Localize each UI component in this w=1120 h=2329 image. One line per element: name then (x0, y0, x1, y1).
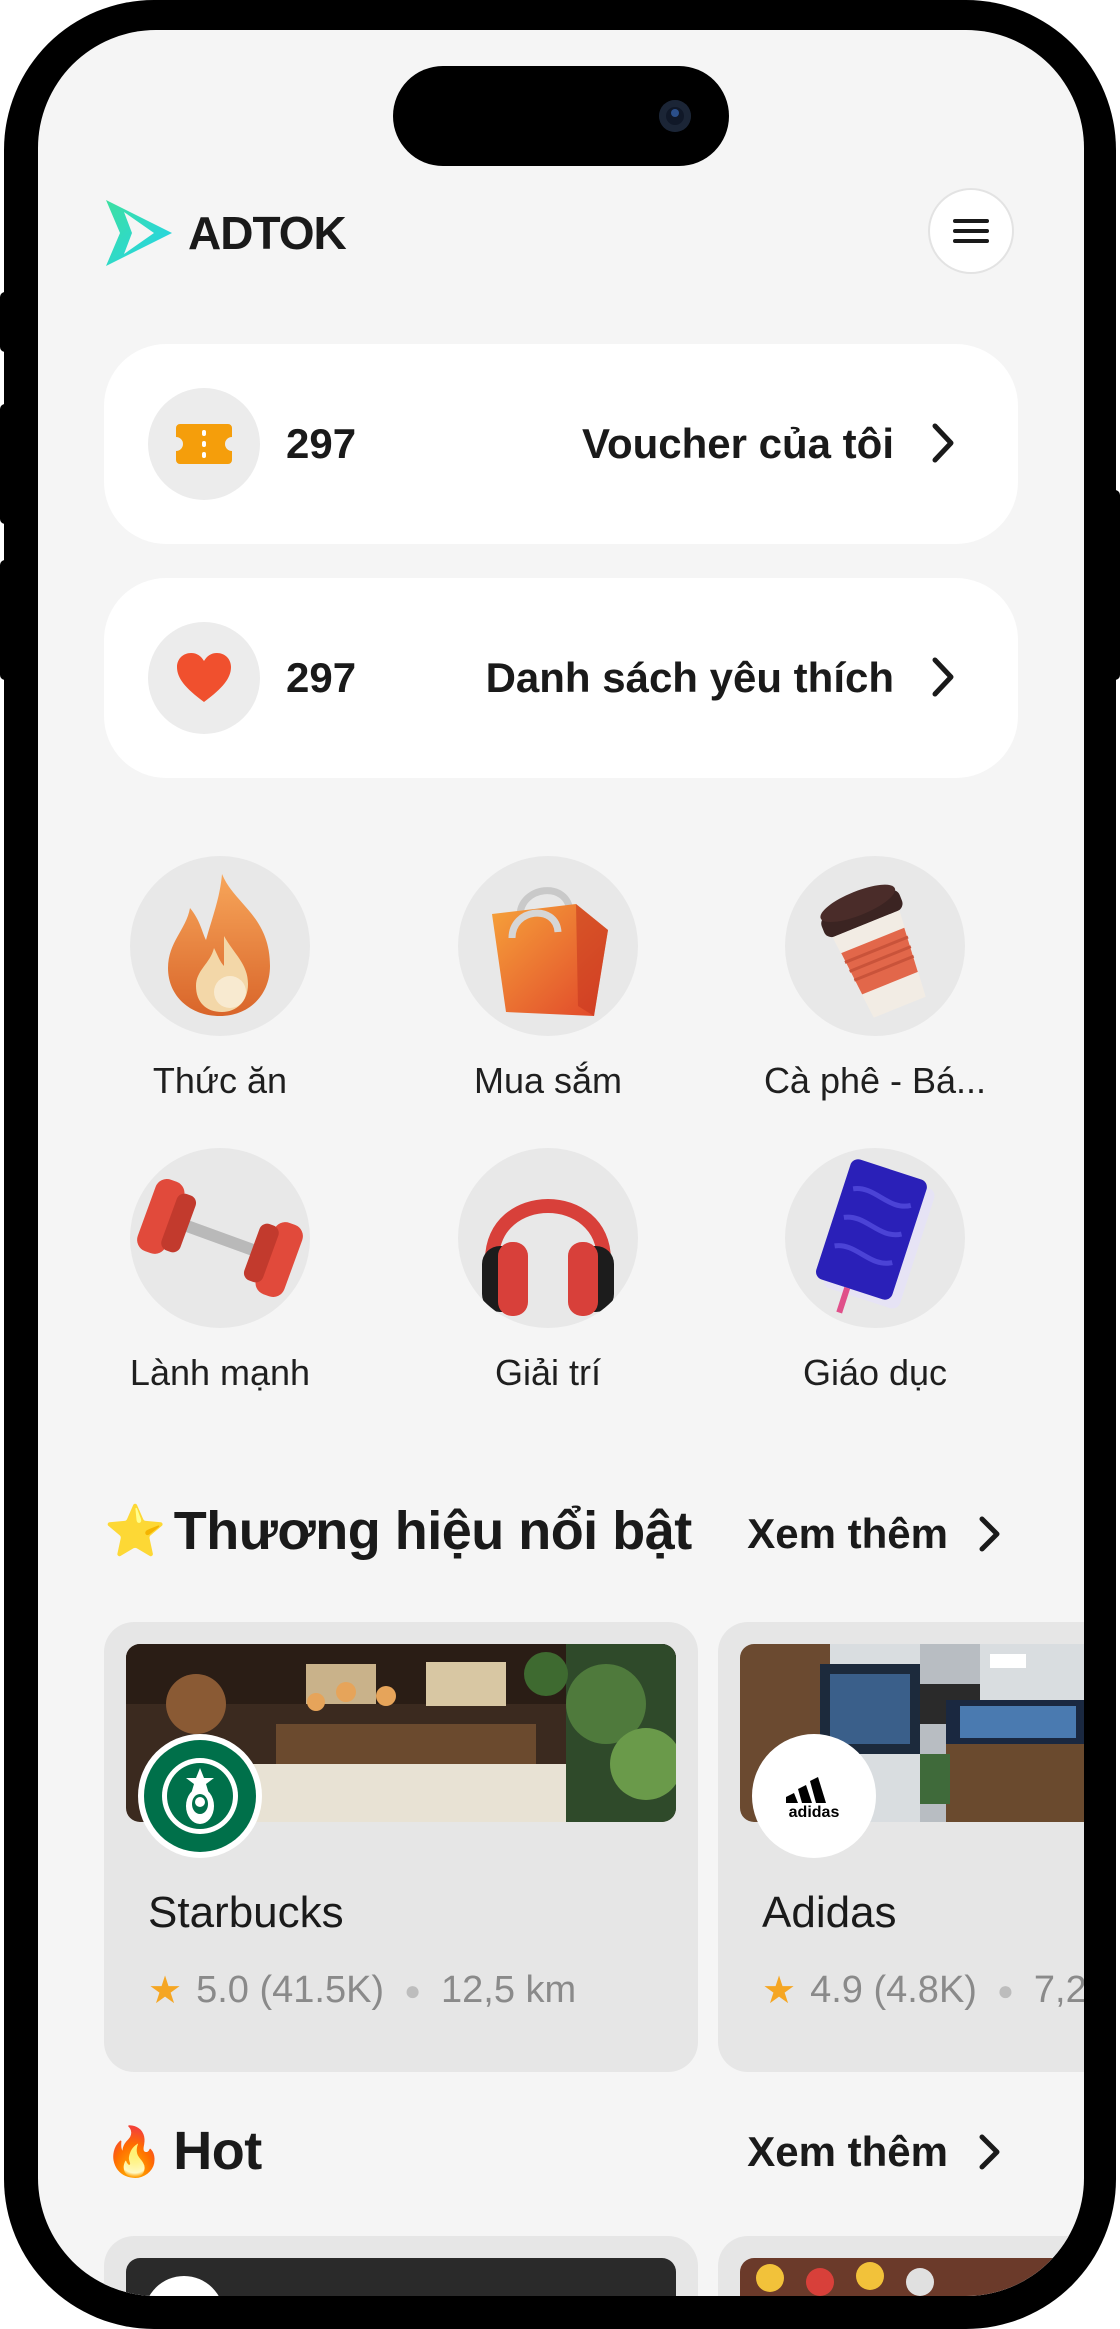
category-entertainment[interactable]: Giải trí (418, 1148, 678, 1394)
voucher-label: Voucher của tôi (582, 420, 894, 467)
chevron-right-icon (932, 657, 954, 697)
fire-emoji-icon: 🔥 (104, 2125, 164, 2179)
category-label: Giải trí (494, 1352, 601, 1393)
voucher-count: 297 (286, 420, 357, 467)
chevron-right-icon (979, 2134, 1000, 2170)
wishlist-card[interactable]: 297 Danh sách yêu thích (104, 578, 1018, 778)
category-label: Cà phê - Bá... (763, 1060, 987, 1101)
brand-meta: ★ 4.9 (4.8K) ● 7,2 (762, 1968, 1084, 2013)
wishlist-icon-circle (148, 622, 260, 734)
book-icon (785, 1148, 965, 1328)
ticket-icon (176, 424, 232, 464)
category-label: Thức ăn (152, 1060, 288, 1101)
volume-up-button (0, 404, 10, 524)
adidas-logo: adidas (752, 1734, 876, 1858)
dumbbell-icon (130, 1148, 310, 1328)
app-name: ADTOK (188, 207, 347, 259)
volume-down-button (0, 560, 10, 680)
camera-icon (659, 100, 691, 132)
brand-card-starbucks[interactable]: Starbucks ★ 5.0 (41.5K) ● 12,5 km (104, 1622, 698, 2072)
hot-card-image (740, 2258, 1084, 2296)
separator-dot: ● (404, 1974, 421, 2006)
power-button (1110, 490, 1120, 680)
hot-see-more-button[interactable]: Xem thêm (747, 2128, 1002, 2176)
svg-text:adidas: adidas (789, 1804, 840, 1821)
category-label: Giáo dục (802, 1352, 948, 1393)
see-more-label: Xem thêm (747, 1510, 948, 1557)
hot-title-text: Hot (173, 2121, 262, 2181)
headphones-icon (458, 1148, 638, 1328)
brand-distance: 12,5 km (441, 1969, 577, 2011)
brand-card-adidas[interactable]: adidas Adidas ★ 4.9 (4.8K) ● 7,2 (718, 1622, 1084, 2072)
category-shopping[interactable]: Mua sắm (418, 856, 678, 1102)
chevron-right-icon (979, 1516, 1000, 1552)
silent-switch (0, 292, 10, 352)
category-food[interactable]: Thức ăn (90, 856, 350, 1102)
star-icon: ⭐ (104, 1502, 166, 1559)
featured-see-more-button[interactable]: Xem thêm (747, 1510, 1002, 1558)
app-logo[interactable]: ADTOK (102, 198, 347, 268)
category-healthy[interactable]: Lành mạnh (90, 1148, 350, 1394)
hamburger-icon (953, 219, 989, 243)
shopping-bag-icon (458, 856, 638, 1036)
coffee-cup-icon (785, 856, 965, 1036)
featured-section-title: ⭐ Thương hiệu nổi bật (104, 1500, 692, 1562)
brand-meta: ★ 5.0 (41.5K) ● 12,5 km (148, 1968, 576, 2013)
dynamic-island (393, 66, 729, 166)
brand-distance: 7,2 (1033, 1969, 1084, 2011)
hot-section-title: 🔥 Hot (104, 2120, 262, 2182)
app-screen: ADTOK 297 Voucher của tôi 297 Danh sách … (38, 30, 1084, 2296)
hot-card[interactable] (718, 2236, 1084, 2296)
hot-card[interactable] (104, 2236, 698, 2296)
brand-name: Starbucks (148, 1888, 344, 1937)
category-label: Lành mạnh (129, 1352, 311, 1393)
logo-mark-icon (106, 200, 172, 266)
brand-rating: 4.9 (4.8K) (810, 1969, 977, 2011)
wishlist-count: 297 (286, 654, 357, 701)
brand-name: Adidas (762, 1888, 897, 1937)
see-more-label: Xem thêm (747, 2128, 948, 2175)
featured-title-text: Thương hiệu nổi bật (173, 1501, 692, 1561)
wishlist-label: Danh sách yêu thích (485, 654, 894, 701)
star-icon: ★ (148, 1970, 183, 2012)
starbucks-logo (138, 1734, 262, 1858)
category-coffee[interactable]: Cà phê - Bá... (745, 856, 1005, 1102)
star-icon: ★ (762, 1970, 797, 2012)
fire-icon (130, 856, 310, 1036)
chevron-right-icon (932, 423, 954, 463)
voucher-card[interactable]: 297 Voucher của tôi (104, 344, 1018, 544)
heart-icon (177, 653, 231, 702)
brand-rating: 5.0 (41.5K) (196, 1969, 385, 2011)
separator-dot: ● (996, 1974, 1014, 2006)
voucher-icon-circle (148, 388, 260, 500)
category-label: Mua sắm (473, 1060, 623, 1101)
menu-button[interactable] (928, 188, 1014, 274)
category-education[interactable]: Giáo dục (745, 1148, 1005, 1394)
